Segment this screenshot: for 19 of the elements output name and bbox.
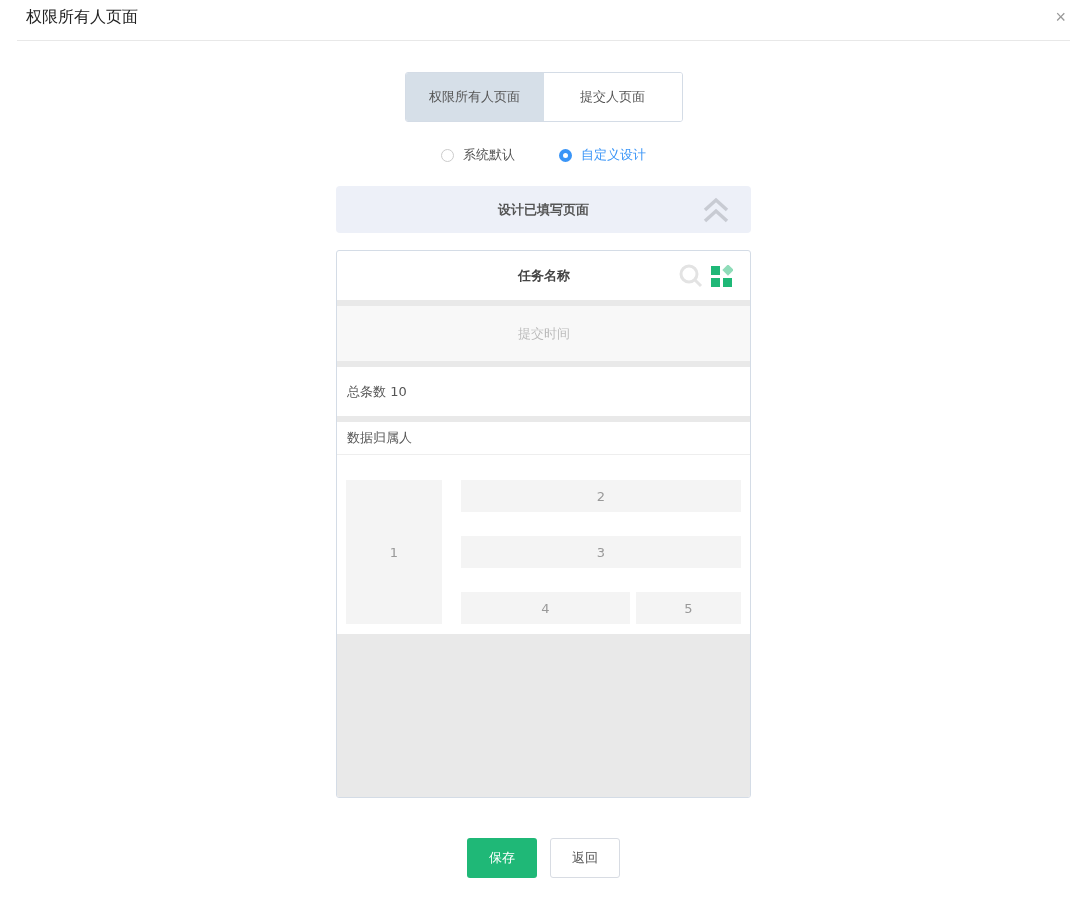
tab[interactable]: 权限所有人页面 bbox=[405, 73, 544, 121]
grid-icon[interactable] bbox=[711, 265, 733, 287]
layout-block: 2 bbox=[461, 480, 741, 512]
layout-block: 3 bbox=[461, 536, 741, 568]
double-chevron-icon[interactable] bbox=[703, 197, 729, 223]
preview-title: 任务名称 bbox=[517, 266, 570, 285]
design-bar[interactable]: 设计已填写页面 bbox=[336, 186, 751, 233]
layout-block: 1 bbox=[346, 480, 442, 624]
layout-block: 4 bbox=[461, 592, 630, 624]
back-button[interactable]: 返回 bbox=[550, 838, 620, 878]
design-bar-title: 设计已填写页面 bbox=[498, 200, 589, 219]
layout-block: 5 bbox=[636, 592, 741, 624]
owner-label: 数据归属人 bbox=[347, 429, 412, 447]
total-count: 总条数 10 bbox=[347, 382, 407, 401]
radio-button[interactable] bbox=[559, 148, 572, 162]
filter-label: 提交时间 bbox=[517, 324, 570, 343]
search-icon[interactable] bbox=[679, 264, 703, 288]
dialog-title: 权限所有人页面 bbox=[26, 6, 138, 28]
radio-label[interactable]: 系统默认 bbox=[463, 146, 515, 164]
